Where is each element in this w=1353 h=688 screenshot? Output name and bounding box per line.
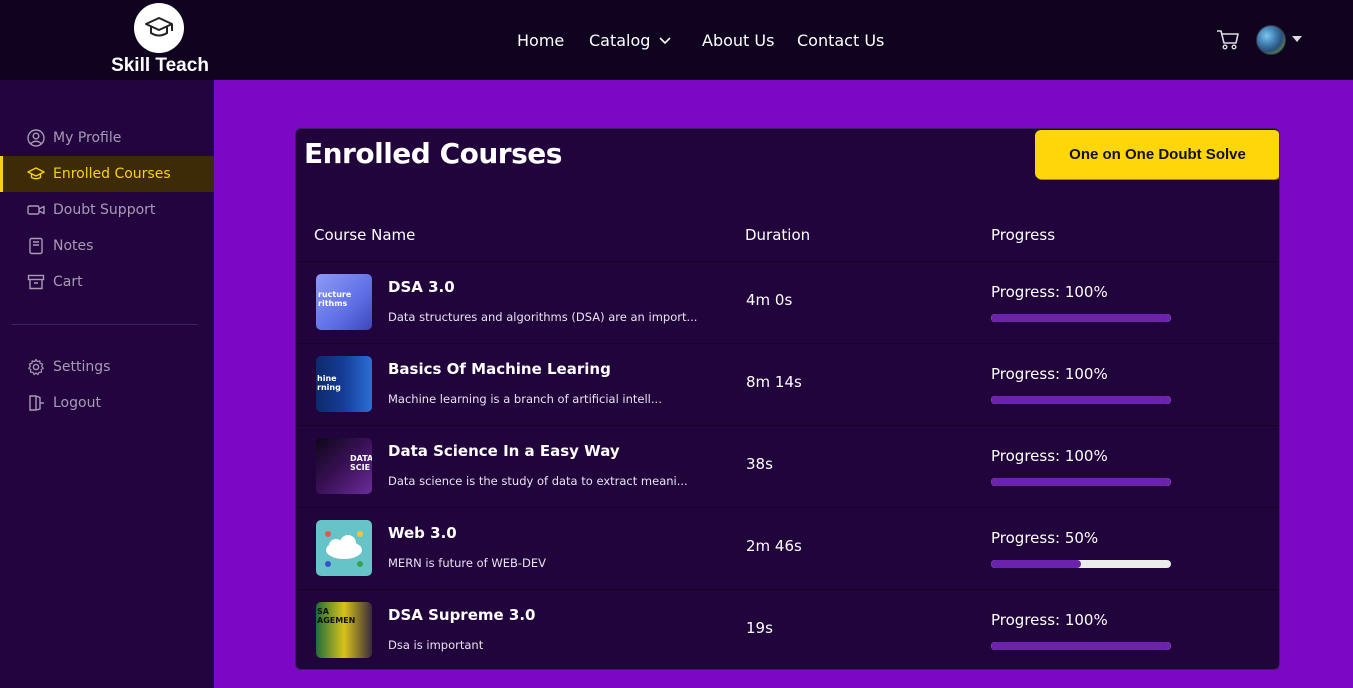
sidebar-item-label: Enrolled Courses <box>53 166 171 182</box>
brand-name: Skill Teach <box>111 55 209 76</box>
sidebar-item-label: Doubt Support <box>53 202 156 218</box>
cart-icon[interactable] <box>1216 29 1240 51</box>
nav-home[interactable]: Home <box>517 29 564 51</box>
thumbnail-text: hine rning <box>317 374 341 392</box>
graduation-cap-icon <box>134 3 184 53</box>
table-row[interactable]: DATA SCIE Data Science In a Easy Way Dat… <box>296 425 1279 507</box>
course-name[interactable]: Web 3.0 <box>388 524 457 542</box>
course-description: Data structures and algorithms (DSA) are… <box>388 310 698 324</box>
course-name[interactable]: Data Science In a Easy Way <box>388 442 620 460</box>
thumbnail-text: ructure rithms <box>318 290 352 308</box>
progress-bar-fill <box>991 478 1171 486</box>
progress-bar <box>991 314 1171 322</box>
course-thumbnail[interactable]: SA AGEMEN <box>316 602 372 658</box>
course-description: Data science is the study of data to ext… <box>388 474 688 488</box>
table-row[interactable]: Web 3.0 MERN is future of WEB-DEV 2m 46s… <box>296 507 1279 589</box>
course-thumbnail[interactable]: hine rning <box>316 356 372 412</box>
sidebar-divider <box>12 324 198 325</box>
nav-catalog[interactable]: Catalog <box>589 29 672 51</box>
course-description: Dsa is important <box>388 638 484 652</box>
sidebar-item-label: Logout <box>53 395 101 411</box>
progress-bar-fill <box>991 560 1081 568</box>
sidebar: My Profile Enrolled Courses Doubt Suppor… <box>0 80 214 688</box>
sidebar-item-label: My Profile <box>53 130 122 146</box>
progress-label: Progress: 100% <box>991 611 1108 629</box>
course-thumbnail[interactable]: ructure rithms <box>316 274 372 330</box>
caret-down-icon[interactable] <box>1292 36 1302 42</box>
progress-label: Progress: 100% <box>991 447 1108 465</box>
nav-catalog-label: Catalog <box>589 30 651 50</box>
course-name[interactable]: DSA 3.0 <box>388 278 455 296</box>
logout-icon <box>26 393 46 413</box>
course-thumbnail[interactable]: DATA SCIE <box>316 438 372 494</box>
sidebar-item-my-profile[interactable]: My Profile <box>0 120 214 156</box>
nav-contact-us[interactable]: Contact Us <box>797 29 884 51</box>
graduation-cap-icon <box>26 164 46 184</box>
cloud-icon <box>325 531 363 567</box>
table-row[interactable]: hine rning Basics Of Machine Learing Mac… <box>296 343 1279 425</box>
doubt-solve-button[interactable]: One on One Doubt Solve <box>1035 130 1279 179</box>
progress-label: Progress: 100% <box>991 365 1108 383</box>
nav-about-us[interactable]: About Us <box>702 29 774 51</box>
progress-bar <box>991 642 1171 650</box>
progress-bar <box>991 560 1171 568</box>
table-row[interactable]: ructure rithms DSA 3.0 Data structures a… <box>296 261 1279 343</box>
course-duration: 19s <box>746 619 773 637</box>
progress-bar-fill <box>991 642 1171 650</box>
progress-label: Progress: 50% <box>991 529 1099 547</box>
sidebar-item-notes[interactable]: Notes <box>0 228 214 264</box>
progress-bar <box>991 396 1171 404</box>
course-duration: 2m 46s <box>746 537 802 555</box>
progress-bar-fill <box>991 314 1171 322</box>
progress-bar <box>991 478 1171 486</box>
chevron-down-icon <box>658 35 672 45</box>
sidebar-item-enrolled-courses[interactable]: Enrolled Courses <box>0 156 214 192</box>
sidebar-item-doubt-support[interactable]: Doubt Support <box>0 192 214 228</box>
sidebar-item-settings[interactable]: Settings <box>0 349 214 385</box>
course-thumbnail[interactable] <box>316 520 372 576</box>
page-title: Enrolled Courses <box>304 137 562 170</box>
notebook-icon <box>26 236 46 256</box>
thumbnail-text: SA AGEMEN <box>317 607 356 625</box>
course-duration: 8m 14s <box>746 373 802 391</box>
enrolled-courses-card: Enrolled Courses One on One Doubt Solve … <box>295 128 1280 670</box>
sidebar-item-label: Notes <box>53 238 94 254</box>
course-duration: 38s <box>746 455 773 473</box>
brand-logo[interactable]: Skill Teach <box>106 3 214 76</box>
sidebar-item-cart[interactable]: Cart <box>0 264 214 300</box>
video-camera-icon <box>26 200 46 220</box>
user-avatar[interactable] <box>1256 25 1286 55</box>
course-description: Machine learning is a branch of artifici… <box>388 392 662 406</box>
column-header-duration: Duration <box>745 226 811 244</box>
course-name[interactable]: DSA Supreme 3.0 <box>388 606 535 624</box>
progress-bar-fill <box>991 396 1171 404</box>
top-navbar: Skill Teach Home Catalog About Us Contac… <box>0 0 1353 80</box>
column-header-course-name: Course Name <box>314 226 416 244</box>
course-duration: 4m 0s <box>746 291 793 309</box>
course-name[interactable]: Basics Of Machine Learing <box>388 360 611 378</box>
sidebar-item-label: Cart <box>53 274 83 290</box>
user-circle-icon <box>26 128 46 148</box>
archive-box-icon <box>26 272 46 292</box>
progress-label: Progress: 100% <box>991 283 1108 301</box>
course-description: MERN is future of WEB-DEV <box>388 556 547 570</box>
gear-icon <box>26 357 46 377</box>
table-row[interactable]: SA AGEMEN DSA Supreme 3.0 Dsa is importa… <box>296 589 1279 669</box>
sidebar-item-label: Settings <box>53 359 111 375</box>
sidebar-item-logout[interactable]: Logout <box>0 385 214 421</box>
column-header-progress: Progress <box>991 226 1056 244</box>
thumbnail-text: DATA SCIE <box>350 454 372 472</box>
